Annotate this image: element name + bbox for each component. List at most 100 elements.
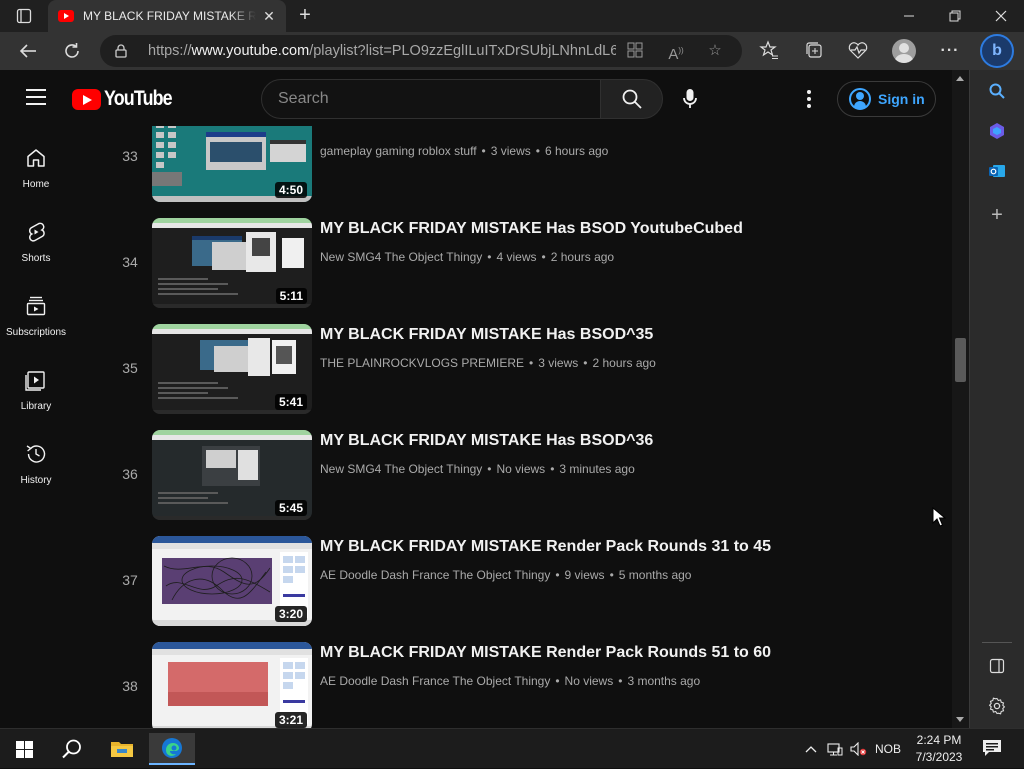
video-meta: New SMG4 The Object Thingy • No views • 3 mi… xyxy=(320,462,635,476)
youtube-masthead: YouTube Sign in xyxy=(0,70,952,126)
sign-in-button[interactable]: Sign in xyxy=(837,81,936,117)
refresh-icon[interactable] xyxy=(57,36,87,66)
browser-tab-active[interactable]: MY BLACK FRIDAY MISTAKE Render Pack Roun… xyxy=(48,0,286,32)
taskbar-clock[interactable]: 2:24 PM 7/3/2023 xyxy=(904,732,974,766)
video-thumbnail[interactable]: 3:20 xyxy=(152,536,312,626)
video-thumbnail[interactable]: 3:21 xyxy=(152,642,312,728)
restore-icon[interactable] xyxy=(932,0,978,32)
history-icon xyxy=(26,445,46,463)
playlist-row[interactable]: 36 5:45 MY BLACK FRIDAY MISTAKE Has BSOD… xyxy=(72,424,932,530)
favorite-star-icon[interactable]: ☆ xyxy=(706,42,724,60)
channel-name[interactable]: AE Doodle Dash France The Object Thingy xyxy=(320,674,550,688)
minimize-icon[interactable] xyxy=(886,0,932,32)
channel-name[interactable]: New SMG4 The Object Thingy xyxy=(320,462,482,476)
windows-start-icon[interactable] xyxy=(16,741,33,758)
guide-item-history[interactable]: History xyxy=(0,422,72,496)
read-aloud-icon[interactable]: A)) xyxy=(667,42,685,63)
scroll-down-arrow-icon[interactable] xyxy=(956,717,964,722)
collections-icon[interactable] xyxy=(803,40,825,62)
sign-in-label: Sign in xyxy=(878,91,925,107)
new-tab-plus-icon[interactable]: + xyxy=(294,4,316,26)
channel-name[interactable]: gameplay gaming roblox stuff xyxy=(320,144,477,158)
show-hidden-icons-chevron-icon[interactable] xyxy=(801,729,821,769)
channel-name[interactable]: AE Doodle Dash France The Object Thingy xyxy=(320,568,550,582)
youtube-logo[interactable]: YouTube xyxy=(72,87,184,111)
guide-item-shorts[interactable]: Shorts xyxy=(0,200,72,274)
outlook-icon[interactable] xyxy=(984,158,1010,184)
sidebar-settings-gear-icon[interactable] xyxy=(984,693,1010,719)
scroll-up-arrow-icon[interactable] xyxy=(956,76,964,81)
search-input[interactable] xyxy=(278,90,600,108)
browser-toolbar: https://www.youtube.com/playlist?list=PL… xyxy=(0,32,1024,70)
edge-search-icon[interactable] xyxy=(984,78,1010,104)
tab-close-icon[interactable]: ✕ xyxy=(262,9,276,23)
guide-item-home[interactable]: Home xyxy=(0,126,72,200)
add-sidebar-app-plus-icon[interactable]: + xyxy=(984,202,1010,228)
guide-item-subscriptions[interactable]: Subscriptions xyxy=(0,274,72,348)
file-explorer-icon[interactable] xyxy=(99,733,145,765)
search-button[interactable] xyxy=(600,79,663,119)
voice-search-button[interactable] xyxy=(670,79,710,119)
settings-kebab-icon[interactable] xyxy=(798,88,820,110)
close-window-icon[interactable] xyxy=(978,0,1024,32)
guide-label: History xyxy=(20,475,52,486)
guide-item-library[interactable]: Library xyxy=(0,348,72,422)
sidebar-divider xyxy=(982,642,1012,643)
guide-sidebar: Home Shorts Subscriptions Library Histor… xyxy=(0,126,72,728)
network-icon[interactable] xyxy=(825,729,845,769)
playlist-video-list: 33 4:50 gameplay gaming roblox stuff • 3 v… xyxy=(72,126,952,728)
url-text: https://www.youtube.com/playlist?list=PL… xyxy=(148,43,616,59)
guide-label: Subscriptions xyxy=(5,327,67,338)
video-meta: THE PLAINROCKVLOGS PREMIERE • 3 views • 2 ho… xyxy=(320,356,656,370)
page-scrollbar[interactable] xyxy=(952,70,969,728)
video-index: 37 xyxy=(122,572,138,588)
video-title[interactable]: MY BLACK FRIDAY MISTAKE Render Pack Roun… xyxy=(320,538,771,556)
edge-sidebar: + xyxy=(969,70,1024,728)
more-options-icon[interactable]: ··· xyxy=(939,40,961,62)
playlist-row[interactable]: 35 5:41 MY BLACK FRIDAY MISTAKE Has BSOD… xyxy=(72,318,932,424)
library-icon xyxy=(25,371,45,391)
profile-avatar[interactable] xyxy=(892,39,916,63)
bing-chat-icon[interactable]: b xyxy=(980,34,1014,68)
hide-sidebar-icon[interactable] xyxy=(984,653,1010,679)
video-thumbnail[interactable]: 4:50 xyxy=(152,126,312,202)
video-thumbnail[interactable]: 5:45 xyxy=(152,430,312,520)
playlist-row[interactable]: 38 3:21 MY BLACK FRIDAY MISTAKE Render P… xyxy=(72,636,932,728)
video-thumbnail[interactable]: 5:41 xyxy=(152,324,312,414)
video-title[interactable]: MY BLACK FRIDAY MISTAKE Render Pack Roun… xyxy=(320,644,771,662)
upload-age: 3 minutes ago xyxy=(559,462,635,476)
playlist-row[interactable]: 37 3:20 MY BLACK FRIDAY MISTAKE Render P… xyxy=(72,530,932,636)
scroll-thumb[interactable] xyxy=(955,338,966,382)
edge-taskbar-icon[interactable] xyxy=(149,733,195,765)
video-thumbnail[interactable]: 5:11 xyxy=(152,218,312,308)
menu-hamburger-icon[interactable] xyxy=(26,89,46,105)
video-meta: AE Doodle Dash France The Object Thingy •… xyxy=(320,674,701,688)
channel-name[interactable]: THE PLAINROCKVLOGS PREMIERE xyxy=(320,356,524,370)
video-title[interactable]: MY BLACK FRIDAY MISTAKE Has BSOD^35 xyxy=(320,326,653,344)
guide-label: Home xyxy=(22,179,50,190)
app-available-icon[interactable] xyxy=(626,42,644,60)
edge-copilot-icon[interactable] xyxy=(984,118,1010,144)
input-language[interactable]: NOB xyxy=(872,729,904,769)
lock-icon[interactable] xyxy=(114,44,128,58)
address-bar[interactable]: https://www.youtube.com/playlist?list=PL… xyxy=(100,35,742,67)
youtube-logo-text: YouTube xyxy=(104,87,173,110)
playlist-row[interactable]: 33 4:50 gameplay gaming roblox stuff • 3 v… xyxy=(72,126,932,212)
browser-essentials-icon[interactable] xyxy=(847,40,869,62)
video-meta: gameplay gaming roblox stuff • 3 views • 6 h… xyxy=(320,144,609,158)
upload-age: 5 months ago xyxy=(618,568,692,582)
volume-muted-icon[interactable] xyxy=(849,729,869,769)
video-meta: New SMG4 The Object Thingy • 4 views • 2 hou… xyxy=(320,250,615,264)
video-title[interactable]: MY BLACK FRIDAY MISTAKE Has BSOD Youtube… xyxy=(320,220,743,238)
search-icon xyxy=(622,89,642,109)
playlist-row[interactable]: 34 5:11 MY BLACK FRIDAY MISTAKE Has BSOD… xyxy=(72,212,932,318)
video-title[interactable]: MY BLACK FRIDAY MISTAKE Has BSOD^36 xyxy=(320,432,653,450)
view-count: No views xyxy=(496,462,546,476)
channel-name[interactable]: New SMG4 The Object Thingy xyxy=(320,250,482,264)
notifications-icon[interactable] xyxy=(982,739,1002,757)
account-circle-icon xyxy=(849,88,871,110)
taskbar-search-icon[interactable] xyxy=(49,733,95,765)
tab-actions-icon[interactable] xyxy=(10,6,38,26)
favorites-icon[interactable] xyxy=(758,40,780,62)
back-arrow-icon[interactable] xyxy=(13,36,43,66)
